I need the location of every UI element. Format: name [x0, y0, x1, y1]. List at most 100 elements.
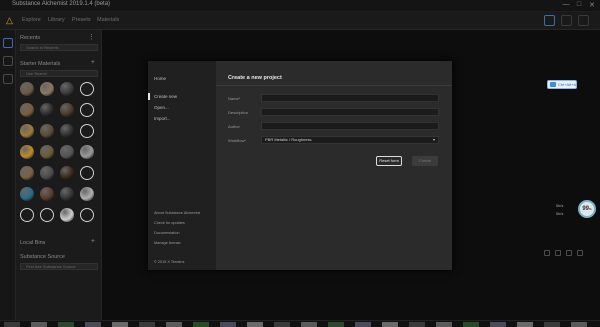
taskbar-app-icon[interactable] [85, 322, 101, 327]
link-about[interactable]: About Substance Alchemist [154, 211, 200, 215]
description-label: Description [228, 110, 249, 115]
recents-search-input[interactable]: Search in Recents [20, 44, 98, 51]
performance-gauge[interactable]: 99% [578, 200, 596, 218]
material-thumbnail[interactable] [40, 187, 54, 201]
create-project-dialog: Home Create new Open... Import... About … [147, 61, 452, 270]
material-thumbnail[interactable] [20, 103, 34, 117]
taskbar-app-icon[interactable] [193, 322, 209, 327]
source-search-input[interactable]: Find free Substance Source [20, 263, 98, 270]
menu-library[interactable]: Library [48, 17, 65, 23]
taskbar-app-icon[interactable] [247, 322, 263, 327]
nav-open[interactable]: Open... [154, 105, 169, 110]
material-thumbnail[interactable] [80, 145, 94, 159]
material-thumbnail[interactable] [40, 145, 54, 159]
material-thumbnail[interactable] [80, 187, 94, 201]
chevron-down-icon: ▾ [432, 137, 435, 142]
screenshot-widget[interactable]: Ctrl+Alt+A [547, 80, 577, 89]
net-upload: 0k/s [556, 203, 564, 208]
starter-search-input[interactable]: Use Search [20, 70, 98, 77]
taskbar-app-icon[interactable] [409, 322, 425, 327]
material-thumbnail[interactable] [20, 124, 34, 138]
view-icon[interactable] [561, 15, 572, 26]
menu-bar: △ Explore Library Presets Materials [0, 12, 600, 30]
material-thumbnail[interactable] [60, 187, 74, 201]
library-sidebar: Recents ⋮ Search in Recents Starter Mate… [16, 30, 102, 320]
recents-options-icon[interactable]: ⋮ [88, 33, 95, 41]
viewport-tool-icon-4[interactable] [577, 250, 583, 256]
name-input[interactable] [261, 94, 439, 102]
material-thumbnail[interactable] [20, 208, 34, 222]
material-thumbnail[interactable] [60, 103, 74, 117]
material-thumbnail[interactable] [80, 103, 94, 117]
taskbar-app-icon[interactable] [517, 322, 533, 327]
layers-icon[interactable] [3, 56, 13, 66]
description-input[interactable] [261, 108, 439, 116]
author-input[interactable] [261, 122, 439, 130]
material-thumbnail[interactable] [60, 208, 74, 222]
close-button[interactable]: ✕ [586, 1, 598, 9]
reset-form-button[interactable]: Reset form [376, 156, 402, 166]
material-thumbnail[interactable] [20, 166, 34, 180]
menu-explore[interactable]: Explore [22, 17, 41, 23]
create-button[interactable]: Create [412, 156, 438, 166]
taskbar [0, 320, 600, 327]
local-add-icon[interactable]: + [91, 238, 95, 245]
viewport-tool-icon-2[interactable] [555, 250, 561, 256]
home-icon[interactable] [3, 38, 13, 48]
window-title: Substance Alchemist 2019.1.4 (beta) [12, 1, 111, 7]
material-thumbnail[interactable] [40, 124, 54, 138]
material-thumbnail[interactable] [80, 208, 94, 222]
taskbar-app-icon[interactable] [31, 322, 47, 327]
minimize-button[interactable]: — [560, 1, 572, 8]
taskbar-app-icon[interactable] [4, 322, 20, 327]
maximize-button[interactable]: □ [573, 1, 585, 8]
material-thumbnail[interactable] [60, 82, 74, 96]
link-license[interactable]: Manage license [154, 241, 181, 245]
nav-home[interactable]: Home [154, 76, 166, 81]
taskbar-app-icon[interactable] [463, 322, 479, 327]
nav-import[interactable]: Import... [154, 116, 171, 121]
starter-add-icon[interactable]: + [91, 59, 95, 66]
taskbar-app-icon[interactable] [220, 322, 236, 327]
link-updates[interactable]: Check for updates [154, 221, 185, 225]
viewport-tool-icon-1[interactable] [544, 250, 550, 256]
nav-create-new[interactable]: Create new [147, 93, 177, 100]
menu-materials[interactable]: Materials [97, 17, 119, 23]
recents-title: Recents [20, 35, 41, 41]
link-documentation[interactable]: Documentation [154, 231, 180, 235]
taskbar-app-icon[interactable] [490, 322, 506, 327]
layout-icon[interactable] [544, 15, 555, 26]
window-title-bar: Substance Alchemist 2019.1.4 (beta) — □ … [0, 0, 600, 12]
material-thumbnail[interactable] [80, 166, 94, 180]
material-thumbnail[interactable] [40, 103, 54, 117]
taskbar-app-icon[interactable] [166, 322, 182, 327]
material-thumbnail[interactable] [40, 166, 54, 180]
settings-icon[interactable] [578, 15, 589, 26]
taskbar-app-icon[interactable] [436, 322, 452, 327]
search-icon[interactable] [3, 74, 13, 84]
viewport-tool-icon-3[interactable] [566, 250, 572, 256]
workflow-select[interactable]: PBR Metallic / Roughness ▾ [261, 136, 439, 144]
material-thumbnail[interactable] [60, 166, 74, 180]
taskbar-app-icon[interactable] [544, 322, 560, 327]
material-thumbnail[interactable] [60, 124, 74, 138]
taskbar-app-icon[interactable] [274, 322, 290, 327]
material-thumbnail[interactable] [80, 82, 94, 96]
name-label: Name* [228, 96, 241, 101]
material-thumbnail[interactable] [20, 82, 34, 96]
material-thumbnail[interactable] [60, 145, 74, 159]
material-thumbnail[interactable] [80, 124, 94, 138]
taskbar-app-icon[interactable] [301, 322, 317, 327]
menu-presets[interactable]: Presets [72, 17, 91, 23]
taskbar-app-icon[interactable] [58, 322, 74, 327]
material-thumbnail[interactable] [20, 187, 34, 201]
taskbar-app-icon[interactable] [112, 322, 128, 327]
material-thumbnail[interactable] [20, 145, 34, 159]
taskbar-app-icon[interactable] [571, 322, 587, 327]
taskbar-app-icon[interactable] [328, 322, 344, 327]
taskbar-app-icon[interactable] [355, 322, 371, 327]
taskbar-app-icon[interactable] [139, 322, 155, 327]
material-thumbnail[interactable] [40, 82, 54, 96]
material-thumbnail[interactable] [40, 208, 54, 222]
taskbar-app-icon[interactable] [382, 322, 398, 327]
